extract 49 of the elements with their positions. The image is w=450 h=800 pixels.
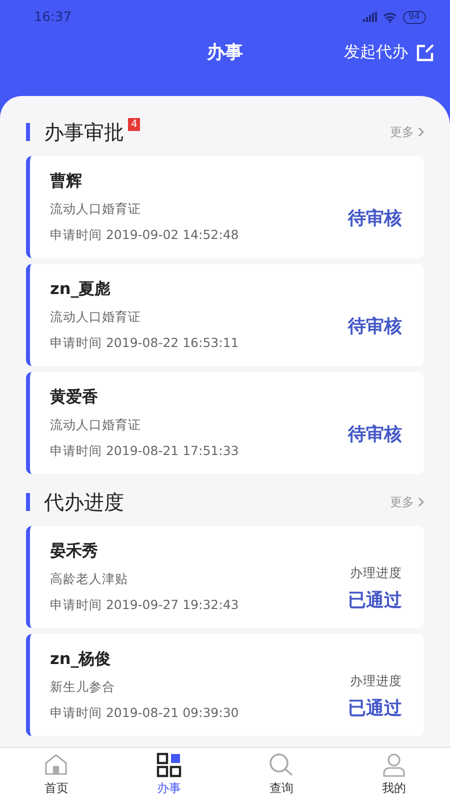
chevron-icon — [418, 127, 424, 137]
request-type: 新生儿参合 — [50, 678, 116, 696]
nav-tab[interactable]: 首页 — [0, 748, 112, 800]
section-title: 办事审批 — [44, 118, 124, 146]
request-card[interactable]: 晏禾秀 高龄老人津贴 申请时间 2019-09-27 19:32:43 办理进度 已通过 — [26, 526, 424, 628]
nav-tab[interactable]: 我的 — [338, 748, 450, 800]
request-time: 申请时间 2019-08-21 09:39:30 — [50, 704, 240, 722]
status-text: 已通过 — [348, 588, 402, 612]
battery-level: 94 — [402, 10, 426, 24]
search-icon — [268, 752, 294, 778]
nav-tab[interactable]: 查询 — [225, 748, 338, 800]
edit-icon — [416, 44, 434, 62]
applicant-name: 黄爱香 — [50, 386, 99, 408]
status-text: 待审核 — [348, 423, 402, 446]
user-icon — [380, 752, 407, 778]
status-text: 待审核 — [348, 207, 402, 230]
status-label: 办理进度 — [350, 564, 402, 582]
request-time: 申请时间 2019-08-22 16:53:11 — [50, 334, 240, 352]
count-badge: 4 — [128, 118, 140, 131]
status-text: 已通过 — [348, 696, 402, 720]
request-type: 流动人口婚育证 — [50, 416, 142, 434]
start-proxy-button[interactable]: 发起代办 — [344, 42, 434, 63]
section-marker — [26, 493, 30, 511]
request-type: 高龄老人津贴 — [50, 570, 129, 588]
request-type: 流动人口婚育证 — [50, 200, 142, 218]
home-icon — [43, 752, 70, 778]
grid-icon — [156, 752, 182, 778]
applicant-name: 曹辉 — [50, 170, 83, 192]
status-time: 16:37 — [34, 10, 72, 24]
applicant-name: zn_杨俊 — [50, 648, 112, 670]
signal-icon — [362, 12, 377, 22]
nav-tab[interactable]: 办事 — [112, 748, 225, 800]
request-time: 申请时间 2019-08-21 17:51:33 — [50, 442, 240, 460]
chevron-icon — [418, 497, 424, 507]
request-type: 流动人口婚育证 — [50, 308, 142, 326]
applicant-name: 晏禾秀 — [50, 540, 99, 562]
request-card[interactable]: 黄爱香 流动人口婚育证 申请时间 2019-08-21 17:51:33 待审核 — [26, 372, 424, 474]
wifi-icon — [382, 12, 397, 22]
section-marker — [26, 123, 30, 141]
page-title: 办事 — [207, 41, 243, 64]
section-title: 代办进度 — [44, 488, 124, 516]
request-card[interactable]: 曹辉 流动人口婚育证 申请时间 2019-09-02 14:52:48 待审核 — [26, 156, 424, 258]
status-label: 办理进度 — [350, 672, 402, 690]
request-time: 申请时间 2019-09-27 19:32:43 — [50, 596, 240, 614]
status-text: 待审核 — [348, 315, 402, 338]
request-card[interactable]: zn_夏彪 流动人口婚育证 申请时间 2019-08-22 16:53:11 待审核 — [26, 264, 424, 366]
applicant-name: zn_夏彪 — [50, 278, 112, 300]
request-card[interactable]: zn_杨俊 新生儿参合 申请时间 2019-08-21 09:39:30 办理进度 已通过 — [26, 634, 424, 736]
request-time: 申请时间 2019-09-02 14:52:48 — [50, 226, 240, 244]
